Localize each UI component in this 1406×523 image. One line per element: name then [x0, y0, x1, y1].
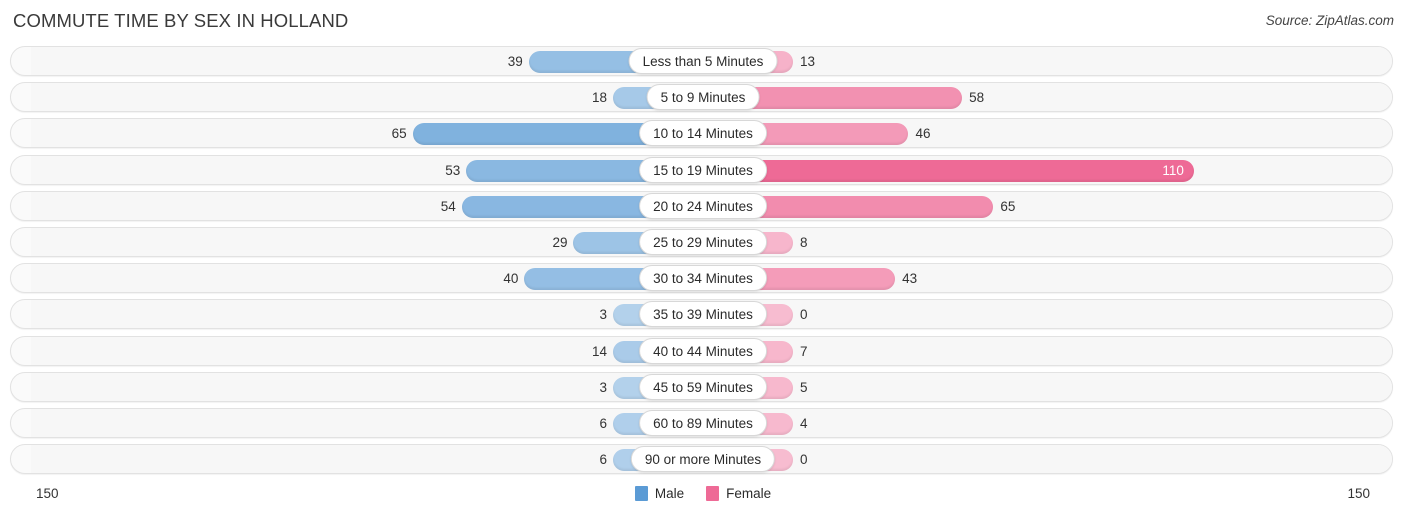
value-label-male: 54 [440, 198, 456, 214]
value-label-male: 65 [391, 126, 407, 142]
value-label-male: 6 [599, 415, 607, 431]
legend-label-female: Female [726, 486, 772, 502]
value-label-female: 13 [800, 54, 816, 69]
chart-row: 65 46 10 to 14 Minutes [0, 116, 1406, 152]
legend-swatch-female-icon [706, 486, 720, 502]
chart-row: 3 0 35 to 39 Minutes [0, 297, 1406, 333]
value-label-male: 18 [591, 90, 607, 106]
value-label-female: 58 [969, 90, 985, 106]
chart-row: 39 13 Less than 5 Minutes [0, 44, 1406, 80]
category-pill[interactable]: 30 to 34 Minutes [639, 265, 767, 292]
legend-item-male[interactable]: Male [634, 486, 685, 502]
diverging-bar-chart: 39 13 Less than 5 Minutes 18 58 5 to 9 Minute… [0, 44, 1406, 478]
value-label-male: 6 [599, 452, 607, 468]
category-pill[interactable]: 20 to 24 Minutes [639, 192, 767, 219]
category-pill[interactable]: Less than 5 Minutes [628, 48, 778, 74]
value-label-male: 3 [599, 307, 607, 323]
value-label-male: 29 [552, 234, 568, 250]
chart-header: COMMUTE TIME BY SEX IN HOLLAND Source: Z… [0, 0, 1406, 44]
value-label-female: 65 [1000, 198, 1016, 214]
chart-row: 6 4 60 to 89 Minutes [0, 406, 1406, 442]
chart-row: 14 7 40 to 44 Minutes [0, 334, 1406, 370]
chart-row: 40 43 30 to 34 Minutes [0, 261, 1406, 297]
category-pill[interactable]: 60 to 89 Minutes [639, 409, 767, 436]
chart-row: 54 65 20 to 24 Minutes [0, 189, 1406, 225]
category-pill[interactable]: 10 to 14 Minutes [639, 120, 767, 147]
value-label-female: 0 [800, 307, 808, 323]
value-label-female: 7 [800, 343, 808, 359]
legend-label-male: Male [654, 486, 685, 502]
chart-row: 6 0 90 or more Minutes [0, 442, 1406, 478]
value-label-female: 46 [915, 126, 931, 142]
category-pill[interactable]: 15 to 19 Minutes [639, 156, 767, 183]
value-label-female: 110 [1162, 162, 1184, 178]
category-pill[interactable]: 25 to 29 Minutes [639, 228, 767, 255]
category-pill[interactable]: 40 to 44 Minutes [639, 337, 767, 364]
category-pill[interactable]: 35 to 39 Minutes [639, 301, 767, 328]
value-label-male: 40 [503, 271, 519, 287]
bar-female[interactable] [703, 159, 1195, 182]
value-label-male: 3 [599, 379, 607, 395]
chart-row: 29 8 25 to 29 Minutes [0, 225, 1406, 261]
value-label-male: 14 [591, 343, 607, 359]
value-label-female: 8 [800, 234, 808, 250]
category-pill[interactable]: 45 to 59 Minutes [639, 373, 767, 400]
value-label-male: 39 [507, 54, 523, 69]
chart-legend: Male Female [0, 486, 1406, 502]
page-title: COMMUTE TIME BY SEX IN HOLLAND [13, 10, 349, 31]
value-label-female: 4 [800, 415, 808, 431]
legend-item-female[interactable]: Female [706, 486, 772, 502]
category-pill[interactable]: 90 or more Minutes [630, 446, 776, 473]
chart-row: 18 58 5 to 9 Minutes [0, 80, 1406, 116]
legend-swatch-male-icon [634, 486, 648, 502]
chart-row: 53 110 15 to 19 Minutes [0, 153, 1406, 189]
category-pill[interactable]: 5 to 9 Minutes [646, 84, 760, 111]
value-label-female: 5 [800, 379, 808, 395]
chart-row: 3 5 45 to 59 Minutes [0, 370, 1406, 406]
chart-footer: 150 150 Male Female [0, 478, 1406, 514]
value-label-female: 43 [902, 271, 918, 287]
source-attribution: Source: ZipAtlas.com [1265, 13, 1394, 28]
value-label-female: 0 [800, 452, 808, 468]
value-label-male: 53 [445, 162, 461, 178]
